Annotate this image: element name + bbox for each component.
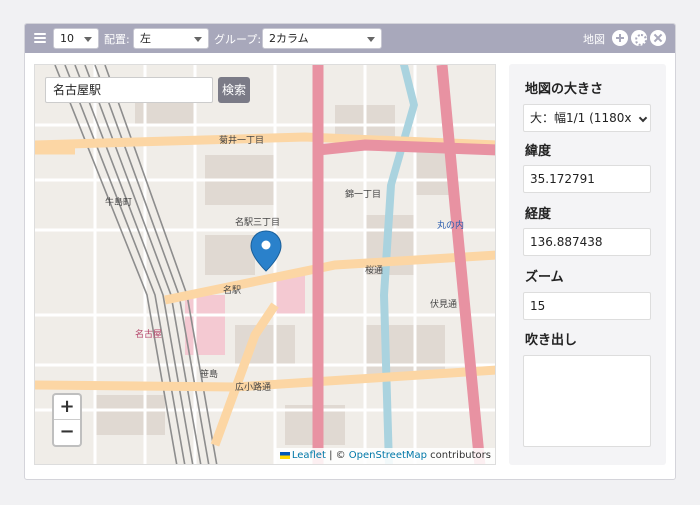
latitude-label: 緯度 <box>525 144 552 159</box>
map-attribution: Leaflet | © OpenStreetMap contributors <box>275 448 495 464</box>
map-label-nishiki: 錦一丁目 <box>345 190 382 200</box>
move-icon[interactable] <box>631 30 647 46</box>
latitude-input[interactable]: 35.172791 <box>523 165 651 193</box>
chevron-down-icon <box>367 37 375 42</box>
ukraine-flag-icon <box>279 452 290 459</box>
osm-link[interactable]: OpenStreetMap <box>349 450 427 461</box>
zoom-control: + − <box>52 393 82 447</box>
map-label-ushijima: 牛島町 <box>105 198 133 208</box>
popup-textarea[interactable] <box>523 355 651 447</box>
count-select-value: 10 <box>60 32 74 45</box>
size-select[interactable]: 大：幅1/1 (1180x <box>523 104 651 132</box>
widget-toolbar: 10 配置: 左 グループ: 2カラム 地図 <box>25 24 675 53</box>
map-label-marunouchi: 丸の内 <box>437 221 465 231</box>
map-label-hirokoji: 広小路通 <box>235 383 272 393</box>
group-select-value: 2カラム <box>269 32 309 45</box>
map-search-input[interactable]: 名古屋駅 <box>45 77 213 103</box>
leaflet-link[interactable]: Leaflet <box>292 450 326 461</box>
menu-icon[interactable] <box>34 33 46 43</box>
chevron-down-icon <box>638 113 648 123</box>
close-icon[interactable] <box>650 30 666 46</box>
size-label: 地図の大きさ <box>525 82 604 97</box>
zoom-label: ズーム <box>525 270 564 285</box>
popup-label: 吹き出し <box>525 333 578 348</box>
map-label-nagoya: 名古屋 <box>135 330 163 340</box>
attribution-tail: contributors <box>427 450 491 461</box>
map-tiles <box>35 65 495 464</box>
widget-title: 地図 <box>583 33 605 46</box>
map-label-meieki3: 名駅三丁目 <box>235 218 281 228</box>
group-label: グループ: <box>214 33 262 46</box>
align-select-value: 左 <box>140 32 151 45</box>
align-select[interactable]: 左 <box>133 28 209 49</box>
map-label-kikui: 菊井一丁目 <box>219 136 265 146</box>
map-label-sakuradori: 桜通 <box>365 266 384 276</box>
group-select[interactable]: 2カラム <box>262 28 382 49</box>
attribution-separator: | © <box>325 450 349 461</box>
size-select-value: 大：幅1/1 (1180x <box>530 111 632 125</box>
chevron-down-icon <box>84 37 92 42</box>
zoom-input[interactable]: 15 <box>523 292 651 320</box>
map-widget-panel: 10 配置: 左 グループ: 2カラム 地図 菊井一丁目 錦一丁目 牛島町 名駅… <box>24 23 676 480</box>
longitude-input[interactable]: 136.887438 <box>523 228 651 256</box>
zoom-in-button[interactable]: + <box>54 395 80 420</box>
align-label: 配置: <box>104 33 130 46</box>
chevron-down-icon <box>194 37 202 42</box>
zoom-out-button[interactable]: − <box>54 420 80 445</box>
map-label-meieki: 名駅 <box>223 286 242 296</box>
map-search-button[interactable]: 検索 <box>218 77 250 103</box>
map-label-sasashima: 笹島 <box>200 370 219 380</box>
map-view[interactable]: 菊井一丁目 錦一丁目 牛島町 名駅三丁目 名駅 桜通 名古屋 笹島 広小路通 丸… <box>34 64 496 465</box>
map-settings-sidebar: 地図の大きさ 大：幅1/1 (1180x 緯度 35.172791 経度 136… <box>509 64 666 465</box>
count-select[interactable]: 10 <box>53 28 99 49</box>
map-label-fushimi: 伏見通 <box>430 300 458 310</box>
add-icon[interactable] <box>612 30 628 46</box>
longitude-label: 経度 <box>525 207 552 222</box>
